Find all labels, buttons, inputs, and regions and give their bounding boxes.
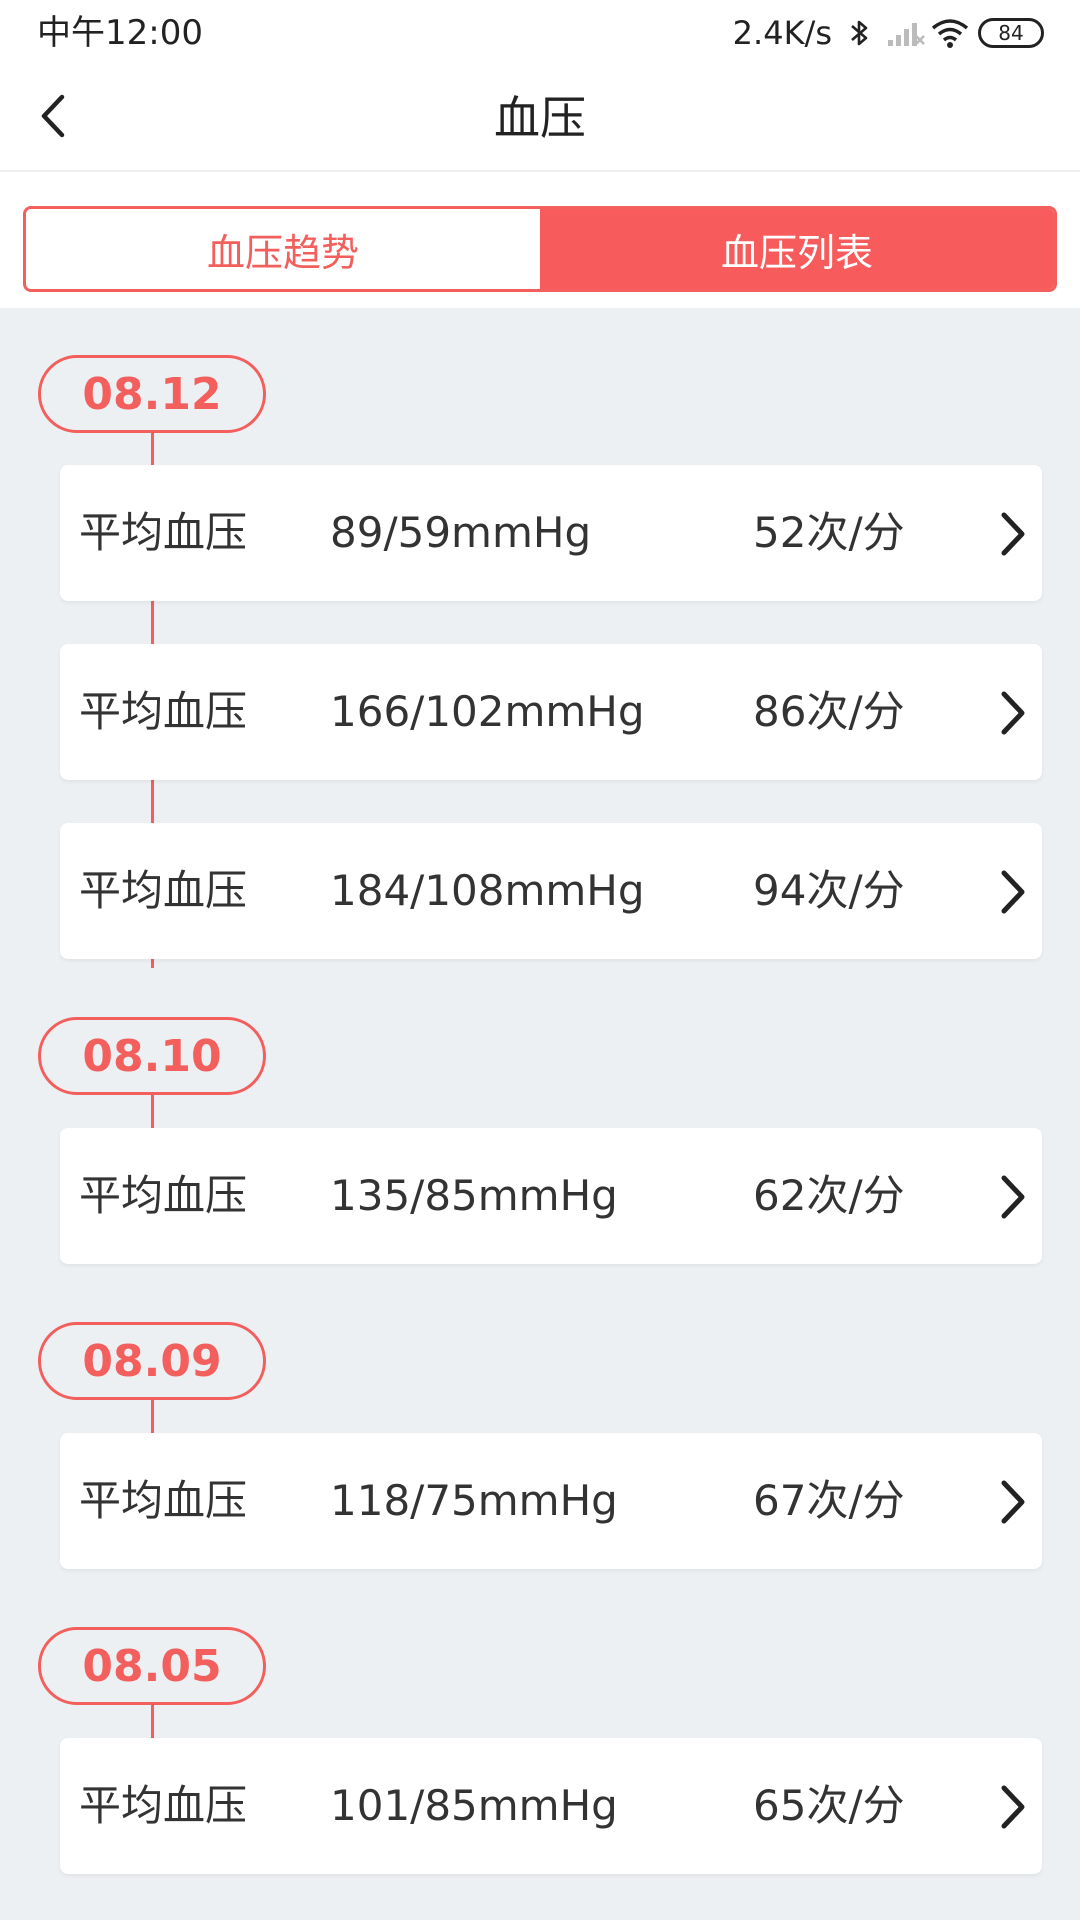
chevron-right-icon <box>1001 1480 1025 1524</box>
battery-indicator: 84 <box>978 18 1044 48</box>
chevron-right-icon <box>1001 512 1025 556</box>
bluetooth-icon <box>842 16 876 50</box>
record-label: 平均血压 <box>79 508 248 557</box>
tab-blood-pressure-trend[interactable]: 血压趋势 <box>26 209 540 289</box>
date-label: 08.09 <box>38 1322 266 1400</box>
record-card[interactable]: 平均血压 135/85mmHg 62次/分 <box>60 1128 1042 1264</box>
record-card[interactable]: 平均血压 166/102mmHg 86次/分 <box>60 644 1042 780</box>
chevron-right-icon <box>1001 870 1025 914</box>
record-card[interactable]: 平均血压 184/108mmHg 94次/分 <box>60 823 1042 959</box>
page-title: 血压 <box>494 91 586 145</box>
blood-pressure-value: 184/108mmHg <box>330 866 645 915</box>
status-bar: 中午12:00 2.4K/s 84 <box>0 0 1080 66</box>
chevron-right-icon <box>1001 1175 1025 1219</box>
navigation-bar: 血压 <box>0 66 1080 172</box>
chevron-right-icon <box>1001 1785 1025 1829</box>
blood-pressure-value: 101/85mmHg <box>330 1781 618 1830</box>
date-label: 08.12 <box>38 355 266 433</box>
record-card[interactable]: 平均血压 89/59mmHg 52次/分 <box>60 465 1042 601</box>
record-card[interactable]: 平均血压 101/85mmHg 65次/分 <box>60 1738 1042 1874</box>
wifi-icon <box>930 16 969 50</box>
date-label: 08.10 <box>38 1017 266 1095</box>
record-label: 平均血压 <box>79 866 248 915</box>
record-timeline: 08.12 平均血压 89/59mmHg 52次/分 平均血压 166/102m… <box>0 308 1080 1920</box>
network-speed: 2.4K/s <box>732 14 832 52</box>
record-card[interactable]: 平均血压 118/75mmHg 67次/分 <box>60 1433 1042 1569</box>
blood-pressure-value: 89/59mmHg <box>330 508 592 557</box>
heart-rate-value: 67次/分 <box>753 1476 905 1525</box>
record-label: 平均血压 <box>79 1171 248 1220</box>
signal-icon <box>886 16 925 50</box>
heart-rate-value: 52次/分 <box>753 508 905 557</box>
status-indicators: 2.4K/s 84 <box>733 12 1044 54</box>
heart-rate-value: 94次/分 <box>753 866 905 915</box>
heart-rate-value: 86次/分 <box>753 687 905 736</box>
blood-pressure-value: 135/85mmHg <box>330 1171 618 1220</box>
chevron-right-icon <box>1001 691 1025 735</box>
blood-pressure-value: 118/75mmHg <box>330 1476 618 1525</box>
date-label: 08.05 <box>38 1627 266 1705</box>
blood-pressure-value: 166/102mmHg <box>330 687 645 736</box>
header-area: 中午12:00 2.4K/s 84 血压 血压趋势 血压列表 <box>0 0 1080 308</box>
record-label: 平均血压 <box>79 1476 248 1525</box>
heart-rate-value: 62次/分 <box>753 1171 905 1220</box>
segmented-tabs: 血压趋势 血压列表 <box>23 206 1057 292</box>
status-time: 中午12:00 <box>37 13 203 53</box>
heart-rate-value: 65次/分 <box>753 1781 905 1830</box>
record-label: 平均血压 <box>79 687 248 736</box>
tab-blood-pressure-list[interactable]: 血压列表 <box>540 209 1054 289</box>
record-label: 平均血压 <box>79 1781 248 1830</box>
